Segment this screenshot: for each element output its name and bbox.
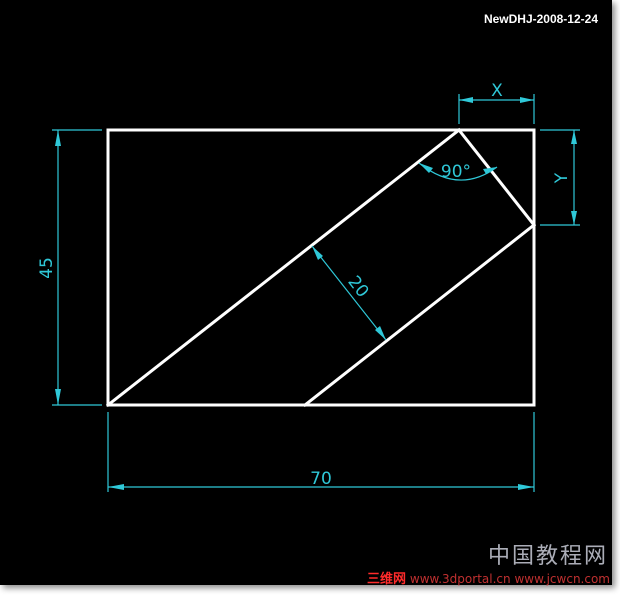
watermark-site-name: 三维网	[367, 572, 407, 587]
watermark-text: 中国教程网	[487, 544, 608, 569]
angle-label: 90°	[441, 162, 471, 182]
watermark-site-url-alt: www.3dportal.cn	[409, 572, 511, 586]
strip-width-label: 20	[343, 272, 372, 301]
watermark-site-url: www.jcwcn.com	[514, 572, 610, 586]
strip-lower-edge	[302, 222, 537, 408]
x-label: X	[491, 81, 503, 101]
dimension-width: 70	[107, 412, 535, 492]
strip-upper-edge	[105, 127, 462, 408]
width-label: 70	[310, 469, 332, 489]
dimension-y: Y	[540, 129, 580, 226]
dimension-x: X	[458, 81, 535, 124]
dimension-height: 45	[37, 129, 102, 406]
cad-viewport: 70 45 20 90° X Y NewDHJ-2008-12-24	[0, 0, 612, 585]
watermark-url: 三维网 www.3dportal.cn www.jcwcn.com	[367, 568, 610, 587]
y-label: Y	[552, 172, 572, 184]
cad-drawing: 70 45 20 90° X Y	[37, 81, 580, 492]
dimension-strip-width: 20	[311, 245, 387, 341]
height-label: 45	[37, 257, 57, 279]
author-date-stamp: NewDHJ-2008-12-24	[483, 12, 598, 26]
